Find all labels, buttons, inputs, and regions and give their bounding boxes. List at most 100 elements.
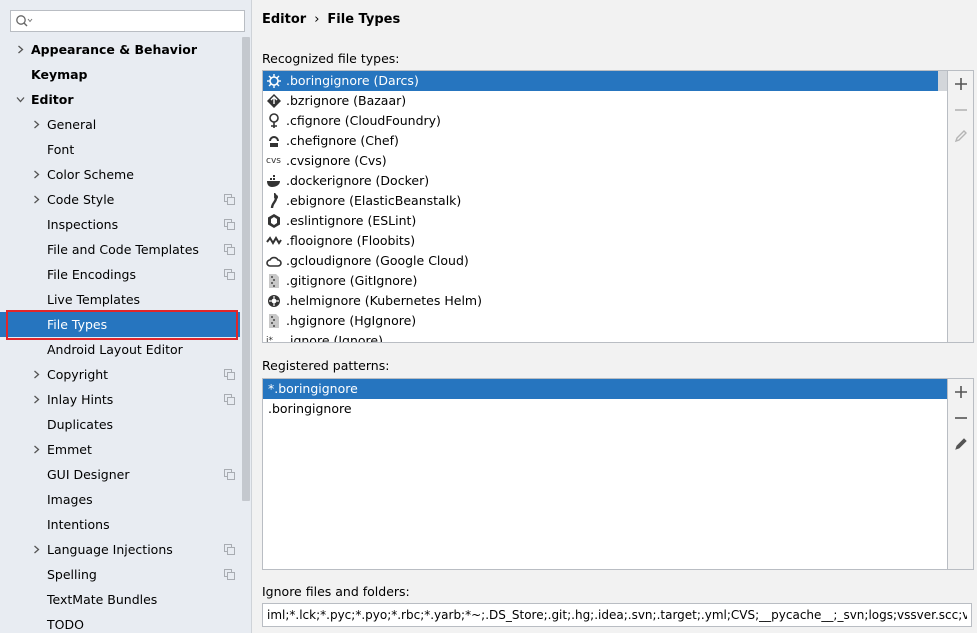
- chevron-right-icon[interactable]: [32, 545, 41, 554]
- file-types-scrollbar-thumb[interactable]: [938, 71, 947, 91]
- file-type-label: .ignore (Ignore): [286, 333, 383, 343]
- sidebar-item-label: Color Scheme: [47, 167, 134, 182]
- sidebar-item-label: Emmet: [47, 442, 92, 457]
- sidebar-item-intentions[interactable]: Intentions: [0, 512, 240, 537]
- file-type-row[interactable]: .bzrignore (Bazaar): [263, 91, 947, 111]
- pattern-row[interactable]: *.boringignore: [263, 379, 947, 399]
- sidebar-item-label: Android Layout Editor: [47, 342, 183, 357]
- sidebar-item-label: Images: [47, 492, 93, 507]
- file-type-row[interactable]: .chefignore (Chef): [263, 131, 947, 151]
- sidebar-item-label: Copyright: [47, 367, 109, 382]
- file-type-label: .ebignore (ElasticBeanstalk): [286, 193, 462, 208]
- sidebar-item-duplicates[interactable]: Duplicates: [0, 412, 240, 437]
- chevron-right-icon[interactable]: [16, 45, 25, 54]
- chevron-right-icon[interactable]: [32, 445, 41, 454]
- darcs-icon: [266, 73, 282, 89]
- cvs-icon: cvs: [266, 156, 281, 166]
- file-type-row[interactable]: .flooignore (Floobits): [263, 231, 947, 251]
- ignore-files-input[interactable]: [267, 606, 967, 624]
- minus-icon: [955, 417, 967, 419]
- ignore-files-field[interactable]: [262, 603, 972, 627]
- pattern-row[interactable]: .boringignore: [263, 399, 947, 419]
- sidebar-scrollbar-thumb[interactable]: [242, 37, 250, 501]
- sidebar-item-todo[interactable]: TODO: [0, 612, 240, 633]
- chevron-right-icon[interactable]: [32, 170, 41, 179]
- sidebar-item-color-scheme[interactable]: Color Scheme: [0, 162, 240, 187]
- file-type-label: .hgignore (HgIgnore): [286, 313, 417, 328]
- registered-patterns-list[interactable]: *.boringignore .boringignore: [262, 378, 948, 570]
- sidebar-item-copyright[interactable]: Copyright: [0, 362, 240, 387]
- file-type-row[interactable]: .dockerignore (Docker): [263, 171, 947, 191]
- sidebar-item-label: Font: [47, 142, 75, 157]
- file-type-row[interactable]: cvs .cvsignore (Cvs): [263, 151, 947, 171]
- file-type-label: .flooignore (Floobits): [286, 233, 416, 248]
- sidebar-item-spelling[interactable]: Spelling: [0, 562, 240, 587]
- sidebar-item-live-templates[interactable]: Live Templates: [0, 287, 240, 312]
- project-settings-copy-icon: [224, 219, 235, 230]
- project-settings-copy-icon: [224, 544, 235, 555]
- settings-sidebar: Appearance & Behavior Keymap Editor General…: [0, 0, 252, 633]
- sidebar-item-keymap[interactable]: Keymap: [0, 62, 240, 87]
- sidebar-item-android-layout-editor[interactable]: Android Layout Editor: [0, 337, 240, 362]
- sidebar-item-language-injections[interactable]: Language Injections: [0, 537, 240, 562]
- sidebar-item-textmate-bundles[interactable]: TextMate Bundles: [0, 587, 240, 612]
- file-type-row[interactable]: .boringignore (Darcs): [263, 71, 947, 91]
- chevron-right-icon[interactable]: [32, 195, 41, 204]
- settings-search-box[interactable]: [10, 10, 245, 32]
- file-type-row[interactable]: .hgignore (HgIgnore): [263, 311, 947, 331]
- cloudfoundry-icon: [266, 113, 282, 129]
- sidebar-item-general[interactable]: General: [0, 112, 240, 137]
- file-type-row[interactable]: .gitignore (GitIgnore): [263, 271, 947, 291]
- sidebar-item-file-encodings[interactable]: File Encodings: [0, 262, 240, 287]
- sidebar-item-emmet[interactable]: Emmet: [0, 437, 240, 462]
- registered-patterns-label: Registered patterns:: [262, 358, 390, 373]
- sidebar-item-label: Live Templates: [47, 292, 141, 307]
- remove-file-type-button[interactable]: [948, 97, 973, 123]
- recognized-file-types-list[interactable]: .boringignore (Darcs) .bzrignore (Bazaar)…: [262, 70, 948, 343]
- chevron-down-icon[interactable]: [16, 95, 25, 104]
- add-pattern-button[interactable]: [948, 379, 973, 405]
- file-type-row[interactable]: .ebignore (ElasticBeanstalk): [263, 191, 947, 211]
- sidebar-item-label: File and Code Templates: [47, 242, 199, 257]
- sidebar-item-appearance-behavior[interactable]: Appearance & Behavior: [0, 37, 240, 62]
- sidebar-item-inspections[interactable]: Inspections: [0, 212, 240, 237]
- sidebar-item-file-and-code-templates[interactable]: File and Code Templates: [0, 237, 240, 262]
- sidebar-item-inlay-hints[interactable]: Inlay Hints: [0, 387, 240, 412]
- breadcrumb-parent[interactable]: Editor: [262, 12, 306, 27]
- chevron-right-icon[interactable]: [32, 370, 41, 379]
- file-type-row[interactable]: .eslintignore (ESLint): [263, 211, 947, 231]
- project-settings-copy-icon: [224, 394, 235, 405]
- sidebar-item-font[interactable]: Font: [0, 137, 240, 162]
- breadcrumb: Editor › File Types: [262, 12, 400, 30]
- sidebar-item-label: General: [47, 117, 97, 132]
- sidebar-item-gui-designer[interactable]: GUI Designer: [0, 462, 240, 487]
- file-type-row[interactable]: i* .ignore (Ignore): [263, 331, 947, 343]
- sidebar-item-images[interactable]: Images: [0, 487, 240, 512]
- pencil-icon: [954, 130, 967, 143]
- file-type-label: .cvsignore (Cvs): [286, 153, 387, 168]
- file-type-row[interactable]: .gcloudignore (Google Cloud): [263, 251, 947, 271]
- file-type-label: .eslintignore (ESLint): [286, 213, 417, 228]
- sidebar-item-file-types[interactable]: File Types: [0, 312, 240, 337]
- sidebar-item-label: Code Style: [47, 192, 115, 207]
- file-type-label: .dockerignore (Docker): [286, 173, 430, 188]
- chevron-right-icon[interactable]: [32, 395, 41, 404]
- file-type-label: .chefignore (Chef): [286, 133, 399, 148]
- file-type-label: .gcloudignore (Google Cloud): [286, 253, 469, 268]
- docker-icon: [266, 173, 282, 189]
- helm-icon: [266, 293, 282, 309]
- remove-pattern-button[interactable]: [948, 405, 973, 431]
- search-input[interactable]: [35, 12, 240, 30]
- sidebar-item-editor[interactable]: Editor: [0, 87, 240, 112]
- sidebar-item-label: TextMate Bundles: [47, 592, 158, 607]
- edit-file-type-button[interactable]: [948, 123, 973, 149]
- chevron-right-icon[interactable]: [32, 120, 41, 129]
- sidebar-item-code-style[interactable]: Code Style: [0, 187, 240, 212]
- file-type-row[interactable]: .cfignore (CloudFoundry): [263, 111, 947, 131]
- file-type-row[interactable]: .helmignore (Kubernetes Helm): [263, 291, 947, 311]
- gitignore-file-icon: [266, 273, 282, 289]
- add-file-type-button[interactable]: [948, 71, 973, 97]
- file-types-toolbar: [948, 70, 974, 343]
- edit-pattern-button[interactable]: [948, 431, 973, 457]
- project-settings-copy-icon: [224, 369, 235, 380]
